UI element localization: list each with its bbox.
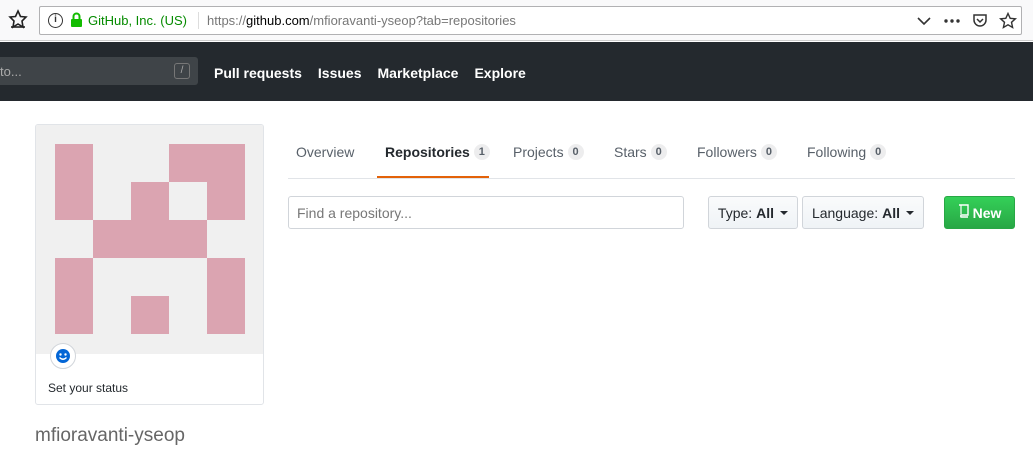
repo-icon [958, 204, 969, 221]
nav-pull-requests[interactable]: Pull requests [214, 65, 302, 81]
type-select-label: Type: [717, 204, 753, 221]
header-nav: Pull requests Issues Marketplace Explore [214, 65, 526, 81]
language-select-button[interactable]: Language: All [802, 196, 924, 229]
lock-icon [70, 12, 83, 33]
tab-counter: 1 [473, 144, 490, 160]
caret-down-icon [780, 210, 789, 215]
smiley-icon[interactable] [50, 343, 76, 369]
set-status-link[interactable]: Set your status [48, 381, 128, 395]
language-select-label: Language: [811, 204, 879, 221]
url-path: /mfioravanti-yseop?tab=repositories [309, 13, 516, 28]
header-search-input[interactable]: to... / [0, 57, 198, 85]
tab-label: Followers [697, 144, 757, 160]
site-identity[interactable]: GitHub, Inc. (US) [88, 13, 187, 28]
github-header: to... / Pull requests Issues Marketplace… [0, 42, 1033, 101]
url-actions [915, 12, 1017, 30]
avatar[interactable] [36, 125, 263, 354]
tab-followers[interactable]: Followers 0 [697, 144, 777, 160]
tab-label: Stars [614, 144, 647, 160]
profile-username: mfioravanti-yseop [35, 425, 185, 446]
url-prefix: https:// [207, 13, 247, 28]
url-text[interactable]: https://github.com/mfioravanti-yseop?tab… [207, 13, 516, 28]
tab-repositories[interactable]: Repositories 1 [385, 144, 490, 160]
selected-tab-indicator [377, 176, 489, 178]
type-select-value: All [756, 204, 775, 221]
new-repository-button[interactable]: New [944, 196, 1015, 229]
avatar-card: Set your status [35, 124, 264, 405]
star-icon[interactable] [999, 12, 1017, 30]
tab-stars[interactable]: Stars 0 [614, 144, 667, 160]
search-shortcut-key: / [174, 63, 190, 79]
bookmarks-icon[interactable] [8, 9, 28, 29]
tab-label: Projects [513, 144, 564, 160]
header-search-placeholder: to... [0, 64, 22, 79]
type-select-button[interactable]: Type: All [708, 196, 798, 229]
tab-label: Following [807, 144, 867, 160]
more-icon[interactable] [943, 12, 961, 30]
address-bar[interactable]: i GitHub, Inc. (US) https://github.com/m… [39, 6, 1022, 35]
info-icon[interactable]: i [48, 13, 63, 28]
nav-explore[interactable]: Explore [474, 65, 525, 81]
nav-marketplace[interactable]: Marketplace [378, 65, 459, 81]
tab-counter: 0 [650, 144, 667, 160]
nav-issues[interactable]: Issues [318, 65, 362, 81]
chevron-down-icon[interactable] [915, 12, 933, 30]
tab-overview[interactable]: Overview [296, 144, 354, 160]
pocket-icon[interactable] [971, 12, 989, 30]
tab-label: Overview [296, 144, 355, 160]
tab-following[interactable]: Following 0 [807, 144, 887, 160]
find-repository-input[interactable] [288, 196, 684, 229]
tab-label: Repositories [385, 144, 470, 160]
new-button-label: New [972, 204, 1002, 221]
tab-projects[interactable]: Projects 0 [513, 144, 584, 160]
caret-down-icon [906, 210, 915, 215]
language-select-value: All [882, 204, 901, 221]
url-separator [198, 12, 199, 29]
browser-toolbar: i GitHub, Inc. (US) https://github.com/m… [0, 0, 1033, 41]
tab-counter: 0 [760, 144, 777, 160]
url-host: github.com [246, 13, 310, 28]
tab-counter: 0 [870, 144, 887, 160]
tab-counter: 0 [567, 144, 584, 160]
profile-tabs: Overview Repositories 1 Projects 0 Stars 0 … [288, 124, 1015, 179]
